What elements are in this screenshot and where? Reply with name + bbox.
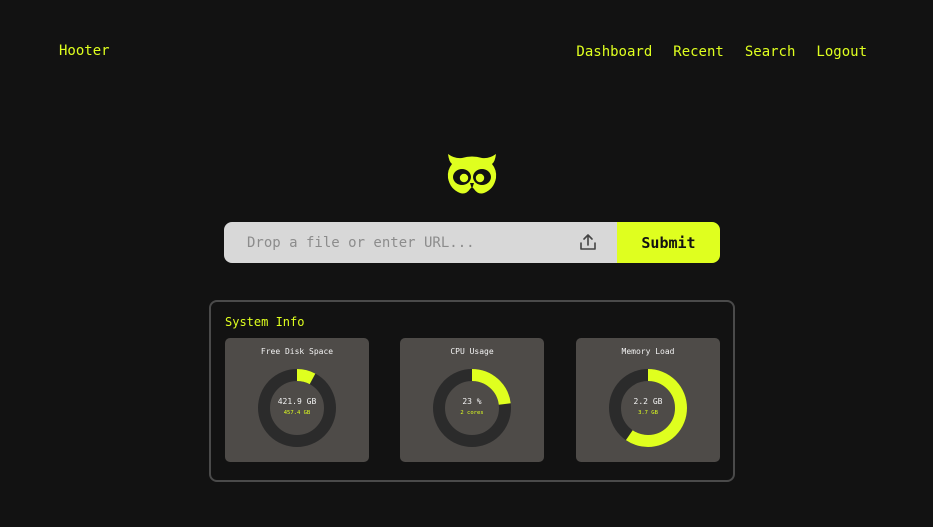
owl-logo-icon	[447, 154, 497, 194]
upload-bar: Submit	[224, 222, 720, 263]
cpu-cores-value: 2 cores	[460, 410, 484, 416]
disk-space-donut	[258, 369, 336, 447]
top-nav: Dashboard Recent Search Logout	[576, 43, 867, 61]
brand-link[interactable]: Hooter	[59, 42, 110, 60]
system-info-panel: System Info Free Disk Space 421.9 GB 457…	[209, 300, 735, 482]
card-title: Memory Load	[621, 347, 675, 356]
card-title: CPU Usage	[450, 347, 494, 356]
disk-total-value: 457.4 GB	[283, 410, 311, 416]
cpu-usage-card: CPU Usage 23 % 2 cores	[400, 338, 544, 462]
disk-free-value: 421.9 GB	[277, 397, 317, 406]
url-input[interactable]	[224, 222, 617, 263]
disk-space-card: Free Disk Space 421.9 GB 457.4 GB	[225, 338, 369, 462]
cpu-usage-value: 23 %	[462, 397, 482, 406]
nav-search[interactable]: Search	[745, 43, 796, 61]
memory-load-donut	[609, 369, 687, 447]
nav-logout[interactable]: Logout	[816, 43, 867, 61]
card-title: Free Disk Space	[260, 347, 334, 356]
nav-recent[interactable]: Recent	[673, 43, 724, 61]
cpu-usage-donut	[433, 369, 511, 447]
submit-button[interactable]: Submit	[617, 222, 720, 263]
memory-total-value: 3.7 GB	[638, 410, 658, 416]
memory-load-card: Memory Load 2.2 GB 3.7 GB	[576, 338, 720, 462]
memory-used-value: 2.2 GB	[633, 397, 663, 406]
page: Hooter Dashboard Recent Search Logout Su…	[0, 0, 933, 527]
nav-dashboard[interactable]: Dashboard	[576, 43, 652, 61]
system-info-title: System Info	[225, 315, 305, 329]
upload-icon[interactable]	[578, 232, 598, 252]
